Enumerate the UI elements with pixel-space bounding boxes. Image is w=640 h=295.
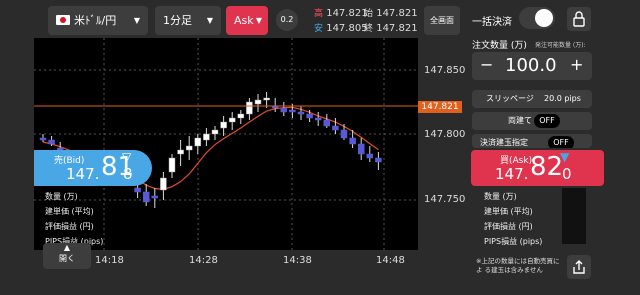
candle <box>375 157 382 163</box>
info-row: 評価損益 (円) <box>484 222 533 231</box>
candle <box>314 117 322 121</box>
info-row: 評価損益 (円) <box>45 222 94 231</box>
info-row: PIPS損益 (pips) <box>484 237 543 246</box>
candle <box>168 157 176 173</box>
quantity-note: ※上記の数量には自動売買によ る建玉は含みません <box>476 257 560 274</box>
candle <box>134 187 141 193</box>
candle <box>357 143 365 155</box>
candle <box>142 191 150 203</box>
lock-button[interactable] <box>567 7 591 31</box>
candle <box>246 101 253 115</box>
bid-button[interactable]: 売(Bid) 147. 81 ▽ 8 <box>34 150 152 186</box>
time-label: 14:28 <box>189 255 218 266</box>
price-label: 147.750 <box>424 194 466 205</box>
candle <box>297 111 305 115</box>
flag-icon <box>56 15 70 25</box>
bid-price-prefix: 147. <box>66 165 100 183</box>
high-value: 高 147.821 <box>314 8 368 19</box>
candle <box>366 153 374 159</box>
toggle-knob <box>535 9 553 27</box>
candle <box>340 129 348 139</box>
minus-button[interactable]: − <box>480 55 493 74</box>
candle <box>228 117 236 123</box>
candle <box>349 137 356 145</box>
open-label: 開く <box>59 254 75 263</box>
chevron-down-icon: ▼ <box>206 16 213 25</box>
candle <box>323 119 331 127</box>
candle <box>194 137 202 147</box>
bulk-settle-toggle[interactable] <box>519 7 555 29</box>
available-qty-label: 発注可能数量 (万): <box>535 42 586 49</box>
candle <box>289 109 296 113</box>
plus-button[interactable]: + <box>570 55 583 74</box>
candle <box>280 107 288 113</box>
position-value-column <box>562 188 586 244</box>
quantity-value[interactable]: 100.0 <box>505 55 557 76</box>
bid-ask-dropdown[interactable]: Ask ▼ <box>226 6 268 35</box>
side-label: Ask <box>234 14 254 27</box>
candle <box>220 121 227 129</box>
candle <box>39 137 47 141</box>
lock-icon <box>573 11 585 27</box>
candle <box>237 113 245 119</box>
candle <box>203 133 210 141</box>
slippage-label: スリッページ <box>486 94 534 103</box>
fullscreen-button[interactable]: 全画面 <box>424 6 460 35</box>
chevron-down-icon: ▼ <box>133 16 140 25</box>
both-side-value: OFF <box>534 114 560 128</box>
ask-price-main: 82 <box>530 152 564 182</box>
order-qty-label: 注文数量 (万) <box>472 41 527 51</box>
timeframe-label: 1分足 <box>163 14 192 27</box>
candle <box>177 149 184 155</box>
price-label: 147.850 <box>424 65 466 76</box>
info-row: 建単価 (平均) <box>45 207 94 216</box>
down-arrow-icon: ▽ <box>122 150 132 164</box>
price-label: 147.800 <box>424 129 466 140</box>
current-price-tag: 147.821 <box>418 101 462 113</box>
currency-pair-dropdown[interactable]: 米ﾄﾞﾙ/円 ▼ <box>48 6 148 35</box>
candle <box>160 177 167 191</box>
settle-order-setting[interactable]: 決済建玉指定 OFF <box>472 134 592 148</box>
open-panel-button[interactable]: ▲ 開く <box>43 243 91 269</box>
slippage-value: 20.0 pips <box>544 94 581 103</box>
ask-position-info: 数量 (万) 建単価 (平均) 評価損益 (円) PIPS損益 (pips) <box>484 189 542 249</box>
time-label: 14:38 <box>283 255 312 266</box>
share-button[interactable] <box>567 255 591 279</box>
both-side-setting[interactable]: 両建て OFF <box>472 112 592 130</box>
share-icon <box>573 260 585 274</box>
chevron-up-icon: ▲ <box>63 243 71 252</box>
bulk-settle-label: 一括決済 <box>472 17 512 28</box>
slippage-setting[interactable]: スリッページ 20.0 pips <box>472 90 592 108</box>
spread-badge: 0.2 <box>276 9 298 31</box>
both-side-label: 両建て <box>508 116 532 125</box>
close-value: 終 147.821 <box>364 23 418 34</box>
candle <box>306 113 313 119</box>
candle <box>48 139 55 145</box>
currency-pair-label: 米ﾄﾞﾙ/円 <box>74 14 117 27</box>
position-info: 数量 (万) 建単価 (平均) 評価損益 (円) PIPS損益 (pips) <box>45 189 103 249</box>
candle <box>254 99 262 105</box>
settle-order-value: OFF <box>548 136 574 148</box>
info-row: 数量 (万) <box>45 192 78 201</box>
settle-order-label: 決済建玉指定 <box>480 138 528 147</box>
ask-price-prefix: 147. <box>495 165 529 183</box>
candle <box>332 125 339 131</box>
candle <box>185 145 193 151</box>
time-label: 14:48 <box>376 255 405 266</box>
open-value: 始 147.821 <box>364 8 418 19</box>
time-label: 14:18 <box>95 255 124 266</box>
down-arrow-icon: ▼ <box>560 150 570 164</box>
info-row: 数量 (万) <box>484 192 517 201</box>
timeframe-dropdown[interactable]: 1分足 ▼ <box>155 6 221 35</box>
candle <box>151 195 159 199</box>
candle <box>211 129 219 135</box>
quantity-stepper[interactable]: − 100.0 + <box>472 52 592 80</box>
ask-button[interactable]: 買(Ask) 147. 82 ▼ 0 <box>471 150 604 186</box>
low-value: 安 147.805 <box>314 23 368 34</box>
candle <box>263 97 270 101</box>
bid-price-pip: 8 <box>123 165 133 183</box>
ask-price-pip: 0 <box>562 165 572 183</box>
info-row: 建単価 (平均) <box>484 207 533 216</box>
chevron-down-icon: ▼ <box>255 16 262 25</box>
